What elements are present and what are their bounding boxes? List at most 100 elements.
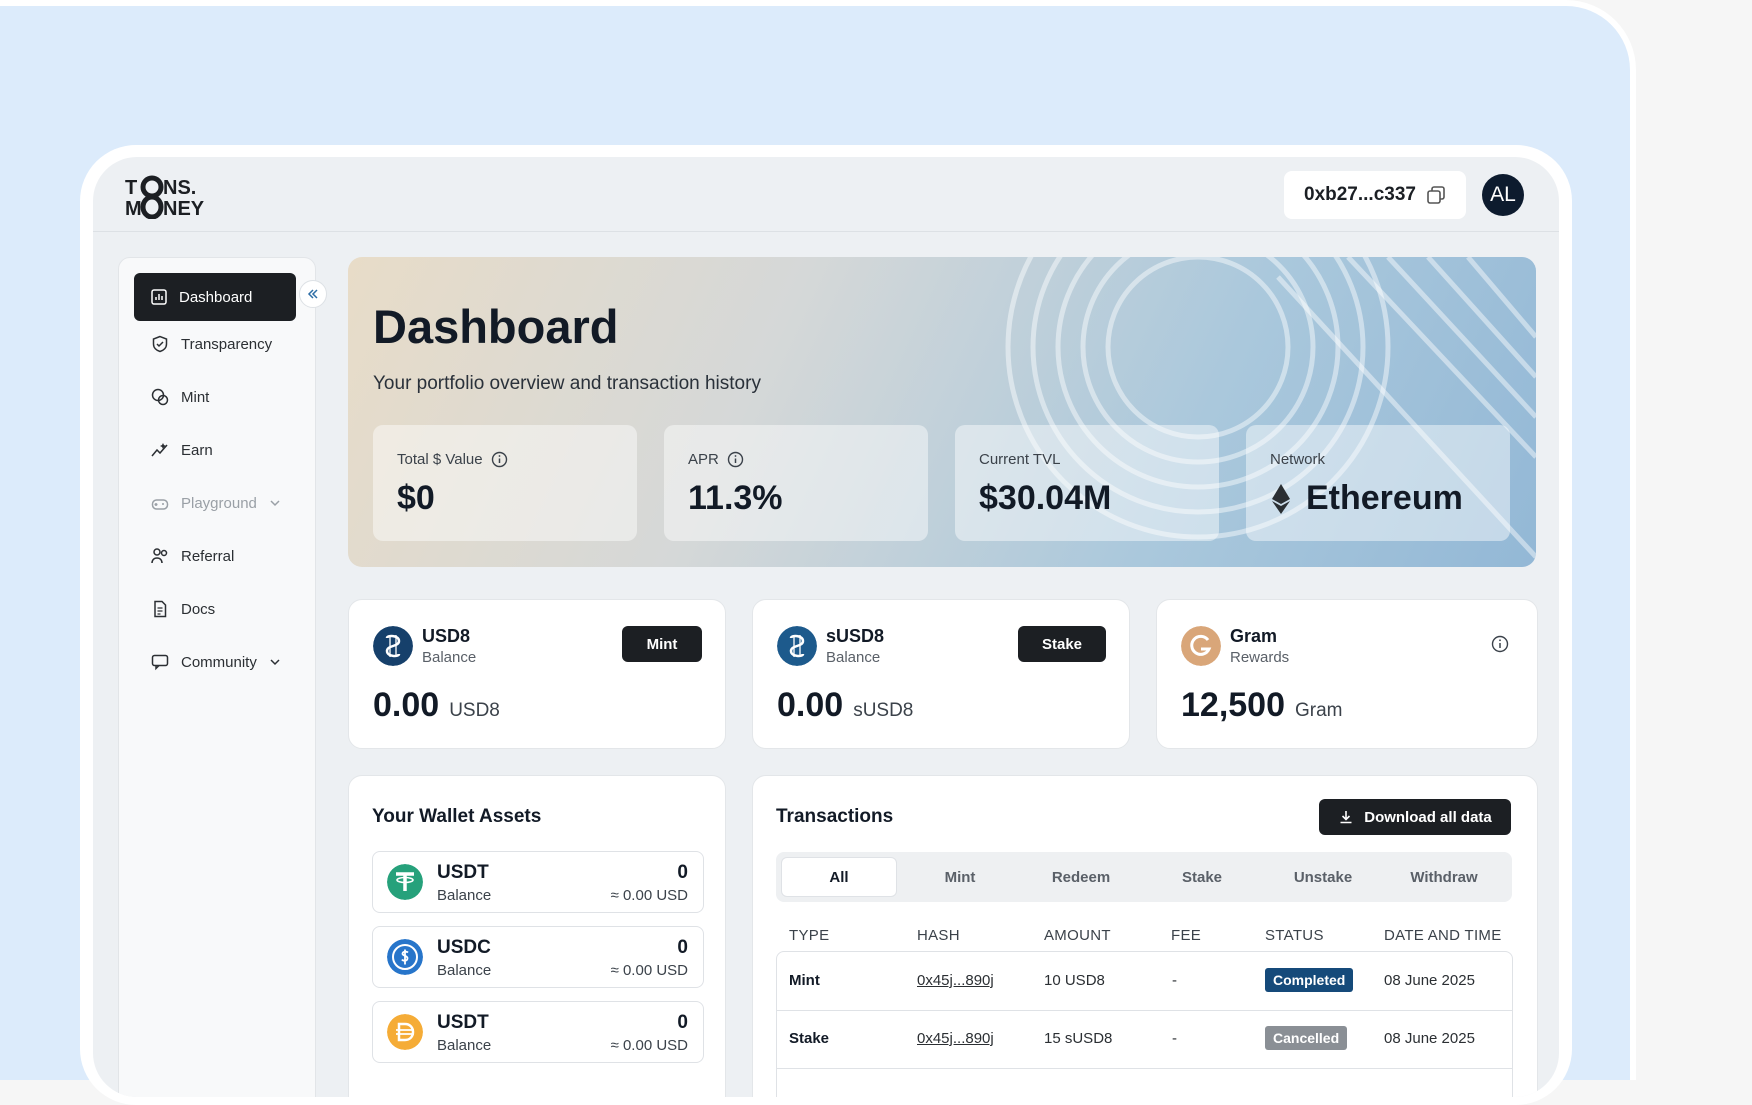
tab-mint[interactable]: Mint <box>902 857 1018 897</box>
sidebar-item-playground[interactable]: Playground <box>134 479 296 527</box>
network-name: Ethereum <box>1306 479 1463 517</box>
token-sub: Rewards <box>1230 649 1290 666</box>
info-icon[interactable] <box>491 451 508 468</box>
double-chevron-left-icon <box>307 289 318 299</box>
tx-date: 08 June 2025 <box>1384 1030 1475 1047</box>
info-icon[interactable] <box>727 451 744 468</box>
chevron-down-icon <box>270 500 280 507</box>
sidebar-item-label: Community <box>181 653 257 671</box>
coins-icon <box>151 388 169 406</box>
download-label: Download all data <box>1364 808 1492 826</box>
mint-button[interactable]: Mint <box>622 626 702 662</box>
sidebar-item-dashboard[interactable]: Dashboard <box>134 273 296 321</box>
svg-text:T: T <box>125 177 137 199</box>
tab-all[interactable]: All <box>781 857 897 897</box>
tab-redeem[interactable]: Redeem <box>1023 857 1139 897</box>
sidebar-item-label: Docs <box>181 600 216 618</box>
asset-name: USDC <box>437 937 491 958</box>
tx-amount: 15 sUSD8 <box>1044 1030 1113 1047</box>
tx-fee: - <box>1172 972 1177 989</box>
tx-type: Mint <box>789 972 820 989</box>
sidebar-item-docs[interactable]: Docs <box>134 585 296 633</box>
stat-label: Current TVL <box>979 451 1061 468</box>
token-balance: 12,500 Gram <box>1181 686 1343 725</box>
download-all-data-button[interactable]: Download all data <box>1319 799 1511 835</box>
sidebar-item-mint[interactable]: Mint <box>134 373 296 421</box>
gamepad-icon <box>151 499 169 510</box>
asset-sub: Balance <box>437 887 492 904</box>
chart-icon <box>151 289 167 305</box>
sparkline-icon <box>151 443 168 457</box>
svg-text:NS.: NS. <box>163 177 196 199</box>
token-unit: Gram <box>1295 700 1343 721</box>
tab-stake[interactable]: Stake <box>1144 857 1260 897</box>
asset-sub: Balance <box>437 1037 492 1054</box>
column-header-fee: FEE <box>1171 927 1202 944</box>
sidebar-item-label: Dashboard <box>179 288 253 306</box>
avatar[interactable]: AL <box>1482 174 1524 216</box>
token-unit: USD8 <box>449 700 500 721</box>
column-header-type: TYPE <box>789 927 830 944</box>
stake-button[interactable]: Stake <box>1018 626 1106 662</box>
usdc-icon <box>387 939 423 975</box>
gram-token-icon <box>1181 626 1221 666</box>
collapse-sidebar-button[interactable] <box>299 280 327 308</box>
page-subtitle: Your portfolio overview and transaction … <box>373 373 761 394</box>
table-row[interactable]: Mint 0x45j...890j 10 USD8 - Completed 08… <box>777 952 1512 1011</box>
stat-label: Network <box>1270 451 1326 468</box>
asset-usd-value: ≈ 0.00 USD <box>610 1037 688 1054</box>
token-sub: Balance <box>422 649 477 666</box>
sidebar-item-referral[interactable]: Referral <box>134 532 296 580</box>
column-header-status: STATUS <box>1265 927 1324 944</box>
wallet-address-chip[interactable]: 0xb27...c337 <box>1284 171 1466 219</box>
token-card-gram: Gram Rewards 12,500 Gram <box>1156 599 1538 749</box>
token-amount: 0.00 <box>373 686 440 724</box>
svg-text:NEY: NEY <box>163 198 205 219</box>
tx-hash-link[interactable]: 0x45j...890j <box>917 1030 994 1047</box>
users-icon <box>151 548 168 564</box>
sidebar-item-community[interactable]: Community <box>134 638 296 686</box>
dai-icon <box>387 1014 423 1050</box>
brand-logo[interactable]: T NS. M NEY <box>125 175 215 220</box>
asset-name: USDT <box>437 1012 489 1033</box>
page-title: Dashboard <box>373 300 619 353</box>
stat-value: 11.3% <box>688 479 783 517</box>
stat-network: Network Ethereum <box>1246 425 1510 541</box>
sidebar: Dashboard Transparency Mint Earn Playgro… <box>118 257 316 1097</box>
sidebar-item-label: Mint <box>181 388 210 406</box>
status-badge: Completed <box>1265 968 1354 992</box>
dashboard-hero: Dashboard Your portfolio overview and tr… <box>348 257 1536 567</box>
column-header-amount: AMOUNT <box>1044 927 1111 944</box>
info-icon[interactable] <box>1491 635 1509 653</box>
token-amount: 0.00 <box>777 686 844 724</box>
section-title: Your Wallet Assets <box>372 806 542 827</box>
token-name: sUSD8 <box>826 626 885 646</box>
sidebar-item-transparency[interactable]: Transparency <box>134 320 296 368</box>
ethereum-icon <box>1272 483 1290 514</box>
token-card-usd8: USD8 Balance Mint 0.00 USD8 <box>348 599 726 749</box>
tx-hash-link[interactable]: 0x45j...890j <box>917 972 994 989</box>
tab-withdraw[interactable]: Withdraw <box>1386 857 1502 897</box>
copy-icon[interactable] <box>1426 185 1446 205</box>
asset-usd-value: ≈ 0.00 USD <box>610 962 688 979</box>
asset-row[interactable]: USDT Balance 0 ≈ 0.00 USD <box>372 1001 704 1063</box>
section-title: Transactions <box>776 806 894 827</box>
asset-row[interactable]: USDC Balance 0 ≈ 0.00 USD <box>372 926 704 988</box>
tab-unstake[interactable]: Unstake <box>1265 857 1381 897</box>
sidebar-item-earn[interactable]: Earn <box>134 426 296 474</box>
svg-text:M: M <box>125 198 142 219</box>
sidebar-item-label: Referral <box>181 547 235 565</box>
transactions-table: Mint 0x45j...890j 10 USD8 - Completed 08… <box>776 951 1513 1097</box>
token-sub: Balance <box>826 649 881 666</box>
stat-total-value: Total $ Value $0 <box>373 425 637 541</box>
column-header-hash: HASH <box>917 927 960 944</box>
stat-value: $0 <box>397 479 435 517</box>
shield-icon <box>152 335 168 353</box>
table-row[interactable]: Stake 0x45j...890j 15 sUSD8 - Cancelled … <box>777 1010 1512 1069</box>
tx-date: 08 June 2025 <box>1384 972 1475 989</box>
document-icon <box>154 600 167 618</box>
asset-row[interactable]: USDT Balance 0 ≈ 0.00 USD <box>372 851 704 913</box>
token-name: Gram <box>1230 626 1278 646</box>
stat-current-tvl: Current TVL $30.04M <box>955 425 1219 541</box>
chevron-down-icon <box>270 659 280 666</box>
